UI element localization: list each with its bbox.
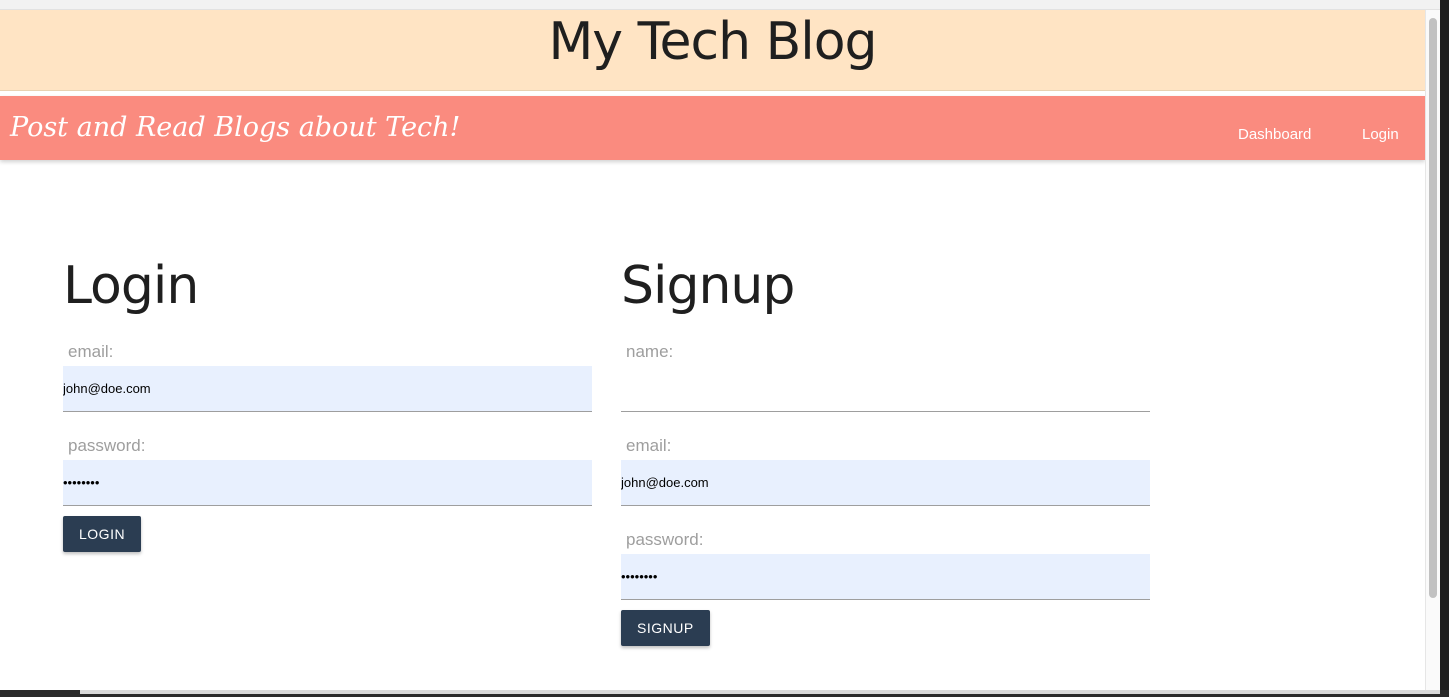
signup-email-input[interactable] bbox=[621, 460, 1150, 506]
signup-heading: Signup bbox=[621, 256, 795, 316]
login-email-input[interactable] bbox=[63, 366, 592, 412]
signup-email-label: email: bbox=[626, 436, 672, 455]
login-email-label: email: bbox=[68, 342, 114, 361]
navbar-tagline: Post and Read Blogs about Tech! bbox=[10, 112, 461, 143]
browser-top-strip bbox=[0, 0, 1449, 10]
nav-link-login[interactable]: Login bbox=[1362, 126, 1399, 143]
login-button[interactable]: LOGIN bbox=[63, 516, 142, 552]
login-heading: Login bbox=[63, 256, 199, 316]
signup-name-label: name: bbox=[626, 342, 674, 361]
nav-link-dashboard[interactable]: Dashboard bbox=[1238, 126, 1311, 143]
site-title: My Tech Blog bbox=[548, 12, 877, 72]
login-form: Login email: password: LOGIN bbox=[63, 246, 592, 552]
site-header: My Tech Blog bbox=[0, 10, 1425, 91]
login-password-input[interactable] bbox=[63, 460, 592, 506]
browser-viewport: My Tech Blog Post and Read Blogs about T… bbox=[0, 0, 1449, 697]
vertical-scrollbar[interactable] bbox=[1425, 10, 1441, 690]
navbar: Post and Read Blogs about Tech! Dashboar… bbox=[0, 96, 1425, 160]
scrollbar-thumb[interactable] bbox=[1429, 18, 1437, 598]
signup-password-label: password: bbox=[626, 530, 704, 549]
signup-name-input[interactable] bbox=[621, 366, 1150, 412]
page: My Tech Blog Post and Read Blogs about T… bbox=[0, 10, 1425, 690]
login-password-label: password: bbox=[68, 436, 146, 455]
window-edge-right bbox=[1440, 0, 1449, 697]
window-edge-bottom-highlight bbox=[80, 690, 1440, 694]
signup-form: Signup name: email: password: SIGNUP bbox=[621, 246, 1150, 646]
signup-button[interactable]: SIGNUP bbox=[621, 610, 710, 646]
signup-password-input[interactable] bbox=[621, 554, 1150, 600]
